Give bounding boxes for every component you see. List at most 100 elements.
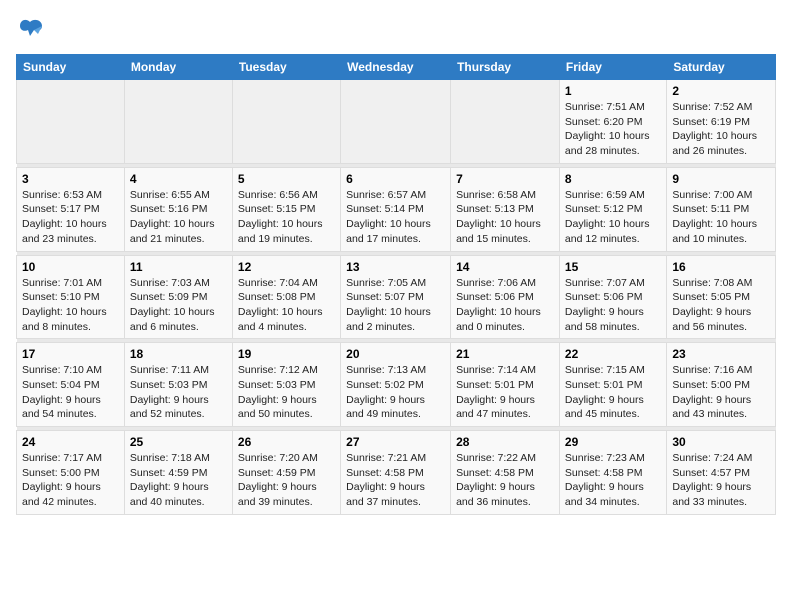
calendar-cell: 22 Sunrise: 7:15 AM Sunset: 5:01 PM Dayli…: [559, 343, 666, 427]
calendar-week-3: 10 Sunrise: 7:01 AM Sunset: 5:10 PM Dayli…: [17, 255, 776, 339]
day-number: 2: [672, 84, 770, 98]
calendar-cell: 28 Sunrise: 7:22 AM Sunset: 4:58 PM Dayli…: [451, 431, 560, 515]
day-info: Sunrise: 7:11 AM Sunset: 5:03 PM Dayligh…: [130, 363, 227, 422]
day-number: 19: [238, 347, 335, 361]
day-number: 27: [346, 435, 445, 449]
calendar-header-sunday: Sunday: [17, 55, 125, 80]
day-info: Sunrise: 7:08 AM Sunset: 5:05 PM Dayligh…: [672, 276, 770, 335]
day-number: 12: [238, 260, 335, 274]
day-number: 29: [565, 435, 661, 449]
calendar-header-saturday: Saturday: [667, 55, 776, 80]
day-info: Sunrise: 7:52 AM Sunset: 6:19 PM Dayligh…: [672, 100, 770, 159]
calendar-cell: 4 Sunrise: 6:55 AM Sunset: 5:16 PM Daylig…: [124, 167, 232, 251]
day-number: 23: [672, 347, 770, 361]
day-info: Sunrise: 6:56 AM Sunset: 5:15 PM Dayligh…: [238, 188, 335, 247]
calendar-cell: 12 Sunrise: 7:04 AM Sunset: 5:08 PM Dayli…: [232, 255, 340, 339]
calendar-cell: 26 Sunrise: 7:20 AM Sunset: 4:59 PM Dayli…: [232, 431, 340, 515]
calendar-cell: 10 Sunrise: 7:01 AM Sunset: 5:10 PM Dayli…: [17, 255, 125, 339]
day-info: Sunrise: 7:01 AM Sunset: 5:10 PM Dayligh…: [22, 276, 119, 335]
calendar-cell: 8 Sunrise: 6:59 AM Sunset: 5:12 PM Daylig…: [559, 167, 666, 251]
day-info: Sunrise: 7:10 AM Sunset: 5:04 PM Dayligh…: [22, 363, 119, 422]
day-info: Sunrise: 7:22 AM Sunset: 4:58 PM Dayligh…: [456, 451, 554, 510]
day-info: Sunrise: 6:55 AM Sunset: 5:16 PM Dayligh…: [130, 188, 227, 247]
logo-bird-icon: [16, 16, 44, 44]
day-info: Sunrise: 7:14 AM Sunset: 5:01 PM Dayligh…: [456, 363, 554, 422]
header: [16, 16, 776, 44]
day-number: 8: [565, 172, 661, 186]
day-number: 10: [22, 260, 119, 274]
calendar-cell: 14 Sunrise: 7:06 AM Sunset: 5:06 PM Dayli…: [451, 255, 560, 339]
day-number: 11: [130, 260, 227, 274]
calendar-header-thursday: Thursday: [451, 55, 560, 80]
calendar-week-1: 1Sunrise: 7:51 AM Sunset: 6:20 PM Daylig…: [17, 80, 776, 164]
day-number: 9: [672, 172, 770, 186]
day-number: 26: [238, 435, 335, 449]
day-number: 3: [22, 172, 119, 186]
day-number: 5: [238, 172, 335, 186]
day-number: 14: [456, 260, 554, 274]
calendar-cell: 23 Sunrise: 7:16 AM Sunset: 5:00 PM Dayli…: [667, 343, 776, 427]
calendar-cell: 18 Sunrise: 7:11 AM Sunset: 5:03 PM Dayli…: [124, 343, 232, 427]
calendar-cell: 9 Sunrise: 7:00 AM Sunset: 5:11 PM Daylig…: [667, 167, 776, 251]
calendar-cell: 5 Sunrise: 6:56 AM Sunset: 5:15 PM Daylig…: [232, 167, 340, 251]
day-info: Sunrise: 7:24 AM Sunset: 4:57 PM Dayligh…: [672, 451, 770, 510]
day-number: 17: [22, 347, 119, 361]
day-info: Sunrise: 6:58 AM Sunset: 5:13 PM Dayligh…: [456, 188, 554, 247]
calendar-cell: 30 Sunrise: 7:24 AM Sunset: 4:57 PM Dayli…: [667, 431, 776, 515]
calendar-cell: 24Sunrise: 7:17 AM Sunset: 5:00 PM Dayli…: [17, 431, 125, 515]
calendar-cell: [341, 80, 451, 164]
calendar-cell: 15 Sunrise: 7:07 AM Sunset: 5:06 PM Dayli…: [559, 255, 666, 339]
day-info: Sunrise: 7:16 AM Sunset: 5:00 PM Dayligh…: [672, 363, 770, 422]
day-info: Sunrise: 7:20 AM Sunset: 4:59 PM Dayligh…: [238, 451, 335, 510]
day-info: Sunrise: 7:15 AM Sunset: 5:01 PM Dayligh…: [565, 363, 661, 422]
calendar-cell: [17, 80, 125, 164]
calendar-cell: 1Sunrise: 7:51 AM Sunset: 6:20 PM Daylig…: [559, 80, 666, 164]
day-number: 28: [456, 435, 554, 449]
day-info: Sunrise: 7:21 AM Sunset: 4:58 PM Dayligh…: [346, 451, 445, 510]
day-number: 15: [565, 260, 661, 274]
calendar-table: SundayMondayTuesdayWednesdayThursdayFrid…: [16, 54, 776, 515]
calendar-header-row: SundayMondayTuesdayWednesdayThursdayFrid…: [17, 55, 776, 80]
day-info: Sunrise: 7:12 AM Sunset: 5:03 PM Dayligh…: [238, 363, 335, 422]
calendar-week-2: 3 Sunrise: 6:53 AM Sunset: 5:17 PM Daylig…: [17, 167, 776, 251]
day-number: 20: [346, 347, 445, 361]
day-number: 1: [565, 84, 661, 98]
day-number: 22: [565, 347, 661, 361]
day-info: Sunrise: 7:17 AM Sunset: 5:00 PM Dayligh…: [22, 451, 119, 510]
calendar-cell: 29 Sunrise: 7:23 AM Sunset: 4:58 PM Dayli…: [559, 431, 666, 515]
calendar-cell: 6Sunrise: 6:57 AM Sunset: 5:14 PM Daylig…: [341, 167, 451, 251]
calendar-cell: 21 Sunrise: 7:14 AM Sunset: 5:01 PM Dayli…: [451, 343, 560, 427]
calendar-cell: 25 Sunrise: 7:18 AM Sunset: 4:59 PM Dayli…: [124, 431, 232, 515]
calendar-header-tuesday: Tuesday: [232, 55, 340, 80]
day-number: 16: [672, 260, 770, 274]
day-info: Sunrise: 7:06 AM Sunset: 5:06 PM Dayligh…: [456, 276, 554, 335]
day-info: Sunrise: 7:00 AM Sunset: 5:11 PM Dayligh…: [672, 188, 770, 247]
day-number: 25: [130, 435, 227, 449]
calendar-week-5: 24Sunrise: 7:17 AM Sunset: 5:00 PM Dayli…: [17, 431, 776, 515]
day-info: Sunrise: 7:13 AM Sunset: 5:02 PM Dayligh…: [346, 363, 445, 422]
calendar-cell: 17 Sunrise: 7:10 AM Sunset: 5:04 PM Dayli…: [17, 343, 125, 427]
calendar-cell: 11 Sunrise: 7:03 AM Sunset: 5:09 PM Dayli…: [124, 255, 232, 339]
calendar-cell: 20 Sunrise: 7:13 AM Sunset: 5:02 PM Dayli…: [341, 343, 451, 427]
day-info: Sunrise: 6:59 AM Sunset: 5:12 PM Dayligh…: [565, 188, 661, 247]
day-number: 13: [346, 260, 445, 274]
calendar-cell: 16 Sunrise: 7:08 AM Sunset: 5:05 PM Dayli…: [667, 255, 776, 339]
calendar-cell: [232, 80, 340, 164]
day-info: Sunrise: 6:53 AM Sunset: 5:17 PM Dayligh…: [22, 188, 119, 247]
calendar-cell: [124, 80, 232, 164]
calendar-header-friday: Friday: [559, 55, 666, 80]
day-number: 4: [130, 172, 227, 186]
day-info: Sunrise: 7:03 AM Sunset: 5:09 PM Dayligh…: [130, 276, 227, 335]
calendar-cell: 7 Sunrise: 6:58 AM Sunset: 5:13 PM Daylig…: [451, 167, 560, 251]
calendar-header-monday: Monday: [124, 55, 232, 80]
day-number: 18: [130, 347, 227, 361]
day-info: Sunrise: 7:23 AM Sunset: 4:58 PM Dayligh…: [565, 451, 661, 510]
day-info: Sunrise: 6:57 AM Sunset: 5:14 PM Dayligh…: [346, 188, 445, 247]
day-info: Sunrise: 7:07 AM Sunset: 5:06 PM Dayligh…: [565, 276, 661, 335]
day-number: 21: [456, 347, 554, 361]
day-info: Sunrise: 7:04 AM Sunset: 5:08 PM Dayligh…: [238, 276, 335, 335]
day-info: Sunrise: 7:18 AM Sunset: 4:59 PM Dayligh…: [130, 451, 227, 510]
day-number: 7: [456, 172, 554, 186]
calendar-header-wednesday: Wednesday: [341, 55, 451, 80]
day-number: 30: [672, 435, 770, 449]
